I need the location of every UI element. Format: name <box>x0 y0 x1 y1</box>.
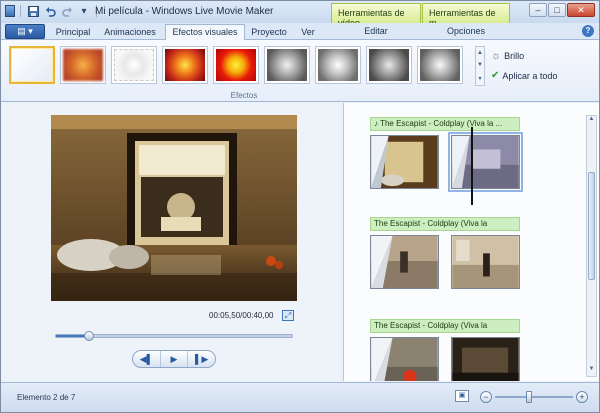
next-frame-button[interactable]: ▌▶ <box>188 351 215 367</box>
music-track-label[interactable]: The Escapist - Coldplay (Viva la <box>370 319 520 333</box>
seek-handle[interactable] <box>84 331 95 341</box>
undo-icon[interactable] <box>43 4 57 18</box>
gallery-scroll[interactable]: ▲ ▼ ▾ <box>475 46 485 86</box>
storyboard-clip-2: The Escapist - Coldplay (Viva la <box>370 217 520 289</box>
apply-all-label: Aplicar a todo <box>502 70 558 81</box>
storyboard-pane: ♪ The Escapist - Coldplay (Viva la ... T… <box>343 103 599 381</box>
tab-efectos-visuales[interactable]: Efectos visuales <box>165 24 245 41</box>
effect-black-white-orange-thumbnail[interactable] <box>315 46 361 84</box>
zoom-slider-handle[interactable] <box>526 391 533 403</box>
help-icon[interactable]: ? <box>582 25 594 37</box>
storyboard-clip-1: ♪ The Escapist - Coldplay (Viva la ... <box>370 117 523 205</box>
storyboard-clip-3: The Escapist - Coldplay (Viva la <box>370 319 520 381</box>
zoom-out-button[interactable]: − <box>480 391 492 403</box>
play-button[interactable]: ▶ <box>161 351 189 367</box>
brightness-button[interactable]: ☼ Brillo <box>491 50 524 62</box>
video-clip-thumbnail[interactable] <box>370 337 439 381</box>
dropdown-icon[interactable]: ▾ <box>77 4 91 18</box>
tab-ver[interactable]: Ver <box>293 25 323 40</box>
gallery-down-icon[interactable]: ▼ <box>477 62 483 68</box>
tab-editar[interactable]: Editar <box>331 26 421 36</box>
title-bar: ▾ Mi película - Windows Live Movie Maker… <box>1 1 599 28</box>
storyboard-scrollbar[interactable]: ▲ ▼ <box>586 115 597 377</box>
effect-black-white-yellow-thumbnail[interactable] <box>417 46 463 84</box>
timecode: 00:05,50/00:40,00 <box>209 311 274 320</box>
tab-proyecto[interactable]: Proyecto <box>249 25 289 40</box>
video-frame-image <box>51 115 297 301</box>
playhead-marker[interactable] <box>471 127 473 205</box>
apply-to-all-button[interactable]: ✔ Aplicar a todo <box>491 70 557 81</box>
effect-black-white-red-thumbnail[interactable] <box>366 46 412 84</box>
effects-gallery <box>9 46 463 86</box>
effect-none-thumbnail[interactable] <box>9 46 55 84</box>
tab-animaciones[interactable]: Animaciones <box>99 25 161 40</box>
preview-pane: 00:05,50/00:40,00 ⤢ ◀▌ ▶ ▌▶ <box>1 103 339 381</box>
status-item-count: Elemento 2 de 7 <box>17 393 76 402</box>
effect-blur-thumbnail[interactable] <box>60 46 106 84</box>
gallery-up-icon[interactable]: ▲ <box>477 50 483 56</box>
app-window: ▾ Mi película - Windows Live Movie Maker… <box>0 0 600 413</box>
seek-bar[interactable] <box>55 331 293 341</box>
music-tools-context-tab[interactable]: Herramientas de m... <box>422 3 510 28</box>
scrollbar-thumb[interactable] <box>588 172 595 280</box>
video-tools-context-tab[interactable]: Herramientas de vídeo <box>331 3 421 28</box>
zoom-slider[interactable] <box>495 391 573 403</box>
thumbnail-size-icon[interactable]: ▣ <box>455 390 469 402</box>
playback-controls: ◀▌ ▶ ▌▶ <box>132 350 216 368</box>
ribbon-tab-row: ▤ ▾ Principal Animaciones Efectos visual… <box>1 23 599 41</box>
app-icon <box>5 5 15 17</box>
music-track-label[interactable]: The Escapist - Coldplay (Viva la <box>370 217 520 231</box>
brightness-label: Brillo <box>504 51 525 61</box>
save-icon[interactable] <box>26 4 40 18</box>
ribbon-panel: ▲ ▼ ▾ ☼ Brillo ✔ Aplicar a todo Efectos <box>1 40 599 102</box>
effect-threshold-thumbnail[interactable] <box>162 46 208 84</box>
video-clip-thumbnail[interactable] <box>370 235 439 289</box>
quick-access-toolbar: ▾ <box>5 4 99 18</box>
scroll-down-icon[interactable]: ▼ <box>587 366 596 376</box>
effects-group-label: Efectos <box>230 91 258 100</box>
close-button[interactable]: ✕ <box>567 3 595 17</box>
tab-principal[interactable]: Principal <box>51 25 95 40</box>
redo-icon[interactable] <box>60 4 74 18</box>
window-title: Mi película - Windows Live Movie Maker <box>95 6 274 17</box>
window-controls: – □ ✕ <box>529 3 595 17</box>
apply-all-icon: ✔ <box>491 70 500 81</box>
gallery-expand-icon[interactable]: ▾ <box>478 75 481 82</box>
tab-opciones[interactable]: Opciones <box>422 26 510 36</box>
effect-edge-detection-thumbnail[interactable] <box>111 46 157 84</box>
sun-icon: ☼ <box>491 50 502 62</box>
video-clip-thumbnail[interactable] <box>448 132 523 192</box>
fullscreen-icon[interactable]: ⤢ <box>282 310 294 321</box>
minimize-button[interactable]: – <box>529 3 547 17</box>
scroll-up-icon[interactable]: ▲ <box>587 116 596 126</box>
app-menu-button[interactable]: ▤ ▾ <box>5 24 45 39</box>
music-track-label[interactable]: ♪ The Escapist - Coldplay (Viva la ... <box>370 117 520 131</box>
status-bar: Elemento 2 de 7 ▣ − + <box>1 382 599 412</box>
previous-frame-button[interactable]: ◀▌ <box>133 351 161 367</box>
effect-posterize-thumbnail[interactable] <box>213 46 259 84</box>
effect-black-white-thumbnail[interactable] <box>264 46 310 84</box>
video-clip-thumbnail[interactable] <box>370 135 439 189</box>
maximize-button[interactable]: □ <box>548 3 566 17</box>
zoom-in-button[interactable]: + <box>576 391 588 403</box>
video-preview[interactable] <box>51 115 297 301</box>
zoom-control: − + <box>480 390 588 404</box>
video-clip-thumbnail[interactable] <box>451 337 520 381</box>
video-clip-thumbnail[interactable] <box>451 235 520 289</box>
